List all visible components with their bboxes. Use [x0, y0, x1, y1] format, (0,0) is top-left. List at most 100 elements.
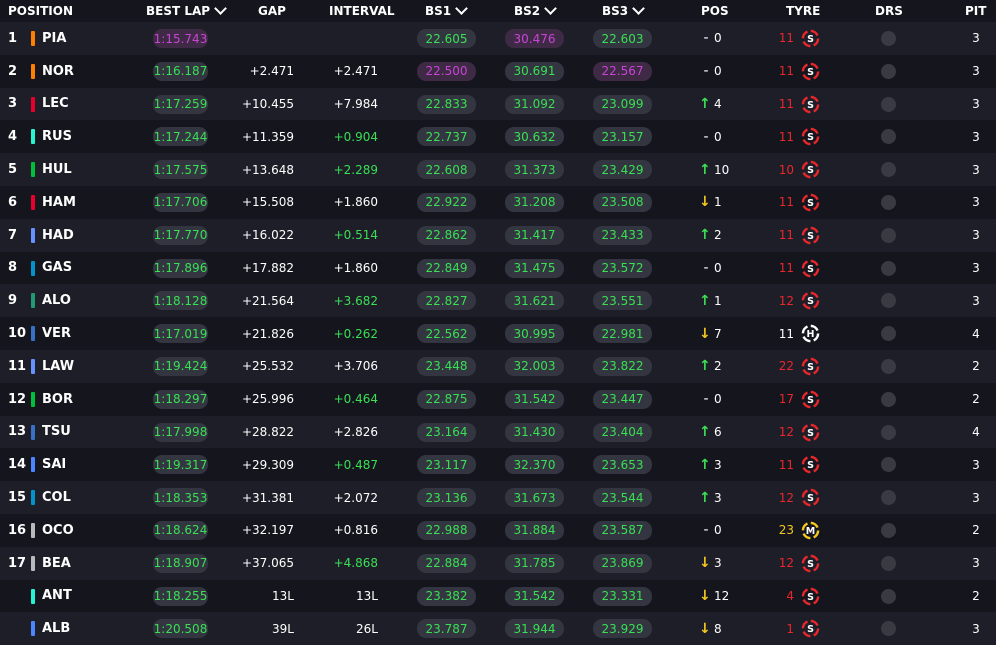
svg-text:S: S [807, 460, 814, 471]
team-color-bar [31, 490, 35, 506]
tyre-age: 1 [786, 621, 794, 636]
interval-value: +0.816 [333, 523, 378, 538]
gap-value: +31.381 [241, 490, 294, 505]
driver-code: ANT [42, 588, 72, 604]
header-best-lap-label: BEST LAP [146, 4, 211, 18]
header-bs1-label: BS1 [425, 4, 452, 18]
header-bs3[interactable]: BS3 [602, 0, 646, 22]
table-row[interactable]: 8 GAS 1:17.896 +17.882 +1.860 22.849 31.475 23.… [0, 251, 996, 285]
drs-indicator [881, 129, 896, 145]
table-row[interactable]: 16 OCO 1:18.624 +32.197 +0.816 22.988 31.884 23… [0, 513, 996, 547]
bs2-time: 31.621 [505, 291, 564, 311]
drs-indicator [881, 260, 896, 276]
dash-icon: - [703, 63, 709, 80]
header-bs2[interactable]: BS2 [514, 0, 558, 22]
svg-text:S: S [807, 296, 814, 307]
driver-code: BOR [42, 391, 73, 407]
pit-stops: 3 [972, 195, 980, 210]
pit-stops: 2 [972, 588, 980, 603]
bs3-time: 23.653 [593, 455, 652, 475]
team-color-bar [31, 96, 35, 112]
svg-text:S: S [807, 395, 814, 406]
best-lap-time: 1:17.019 [153, 324, 208, 344]
soft-tyre-icon: S [801, 160, 820, 179]
driver-code: LAW [42, 358, 75, 374]
pit-stops: 3 [972, 162, 980, 177]
header-bs1[interactable]: BS1 [425, 0, 469, 22]
soft-tyre-icon: S [801, 488, 820, 507]
bs2-time: 30.691 [505, 61, 564, 81]
tyre-age: 11 [778, 228, 794, 243]
table-row[interactable]: 10 VER 1:17.019 +21.826 +0.262 22.562 30.995 22… [0, 317, 996, 350]
svg-text:S: S [807, 165, 814, 176]
soft-tyre-icon: S [801, 128, 820, 146]
interval-value: +0.514 [333, 228, 378, 243]
table-row[interactable]: 7 HAD 1:17.770 +16.022 +0.514 22.862 31.417 23.… [0, 218, 996, 252]
soft-tyre-icon: S [801, 554, 820, 573]
drs-indicator [881, 162, 896, 178]
header-pos[interactable]: POS [701, 0, 729, 22]
table-row[interactable]: 9 ALO 1:18.128 +21.564 +3.682 22.827 31.621 23.… [0, 284, 996, 318]
bs3-time: 22.567 [593, 61, 652, 81]
best-lap-time: 1:18.907 [153, 553, 208, 573]
table-row[interactable]: 15 COL 1:18.353 +31.381 +2.072 23.136 31.673 23… [0, 481, 996, 514]
tyre-age: 23 [778, 523, 794, 538]
position-number: 13 [8, 424, 27, 440]
bs2-time: 32.370 [505, 455, 564, 475]
header-tyre[interactable]: TYRE [786, 0, 820, 22]
best-lap-time: 1:18.297 [153, 389, 208, 409]
interval-value: +7.984 [333, 96, 378, 111]
header-gap[interactable]: GAP [258, 0, 286, 22]
gap-value: +25.532 [241, 359, 294, 374]
header-position[interactable]: POSITION [8, 0, 73, 22]
best-lap-time: 1:17.896 [153, 258, 208, 278]
bs2-time: 31.542 [505, 389, 564, 409]
soft-tyre-icon: S [801, 226, 820, 245]
table-row[interactable]: 3 LEC 1:17.259 +10.455 +7.984 22.833 31.092 23.… [0, 87, 996, 121]
table-row[interactable]: 2 NOR 1:16.187 +2.471 +2.471 22.500 30.691 22.5… [0, 54, 996, 88]
table-row[interactable]: ANT 1:18.255 13L 13L 23.382 31.542 23.331 ↓ 12 4 S… [0, 579, 996, 613]
table-row[interactable]: 6 HAM 1:17.706 +15.508 +1.860 22.922 31.208 23.… [0, 185, 996, 219]
table-row[interactable]: 14 SAI 1:19.317 +29.309 +0.487 23.117 32.370 23… [0, 448, 996, 482]
header-drs[interactable]: DRS [875, 0, 903, 22]
position-number: 11 [8, 358, 27, 374]
team-color-bar [31, 457, 35, 473]
gap-value: +2.471 [249, 64, 294, 79]
position-number: 10 [8, 326, 27, 342]
team-color-bar [31, 621, 35, 637]
driver-code: ALB [42, 621, 71, 637]
bs1-time: 22.608 [417, 160, 476, 180]
bs1-time: 22.833 [417, 94, 476, 114]
soft-tyre-icon: S [801, 62, 820, 81]
tyre-age: 12 [778, 293, 794, 308]
pit-stops: 2 [972, 359, 980, 374]
table-row[interactable]: ALB 1:20.508 39L 26L 23.787 31.944 23.929 ↓ 8 1 S 3 [0, 612, 996, 645]
table-row[interactable]: 5 HUL 1:17.575 +13.648 +2.289 22.608 31.373 23.… [0, 153, 996, 186]
tyre-age: 11 [778, 31, 794, 46]
drs-indicator [881, 391, 896, 407]
pit-stops: 4 [972, 424, 980, 439]
svg-text:S: S [807, 34, 814, 45]
header-best-lap[interactable]: BEST LAP [146, 0, 227, 22]
header-bs3-label: BS3 [602, 4, 629, 18]
interval-value: +2.072 [333, 490, 378, 505]
bs2-time: 31.430 [505, 422, 564, 442]
table-row[interactable]: 11 LAW 1:19.424 +25.532 +3.706 23.448 32.003 23… [0, 349, 996, 383]
table-row[interactable]: 12 BOR 1:18.297 +25.996 +0.464 22.875 31.542 23… [0, 382, 996, 416]
position-change: 10 [714, 162, 730, 177]
header-pit[interactable]: PIT [965, 0, 986, 22]
table-row[interactable]: 1 PIA 1:15.743 22.605 30.476 22.603 -0 11 S 3 [0, 22, 996, 55]
table-row[interactable]: 13 TSU 1:17.998 +28.822 +2.826 23.164 31.430 23… [0, 415, 996, 449]
position-change: 7 [714, 326, 722, 341]
table-row[interactable]: 17 BEA 1:18.907 +37.065 +4.868 22.884 31.785 23… [0, 546, 996, 580]
tyre-age: 12 [778, 490, 794, 505]
gap-value: +21.826 [241, 326, 294, 341]
table-row[interactable]: 4 RUS 1:17.244 +11.359 +0.904 22.737 30.632 23.… [0, 120, 996, 154]
header-bs2-label: BS2 [514, 4, 541, 18]
tyre-age: 12 [778, 424, 794, 439]
table-header: POSITION BEST LAP GAP INTERVAL BS1 BS2 B… [0, 0, 996, 22]
header-interval[interactable]: INTERVAL [329, 0, 395, 22]
best-lap-time: 1:18.128 [153, 291, 208, 311]
bs1-time: 22.862 [417, 225, 476, 245]
interval-value: +3.706 [333, 359, 378, 374]
